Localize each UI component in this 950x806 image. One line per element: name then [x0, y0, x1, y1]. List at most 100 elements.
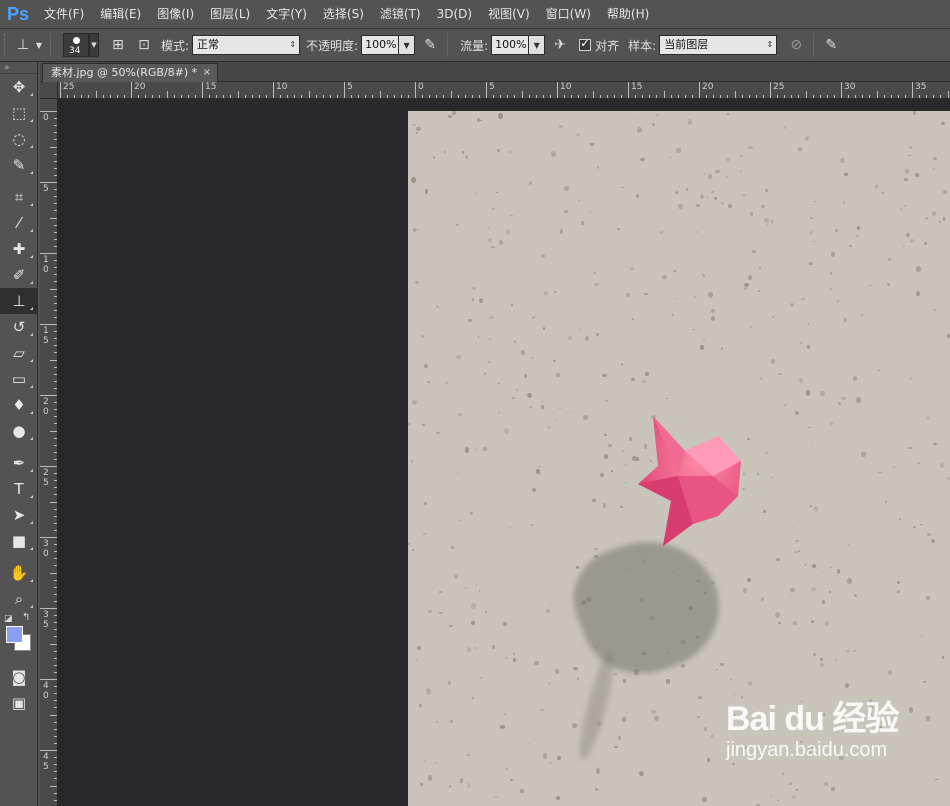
- move-tool-icon[interactable]: ✥: [0, 74, 38, 100]
- eraser-tool-icon[interactable]: ▱: [0, 340, 38, 366]
- rectangle-tool-icon[interactable]: ■: [0, 528, 38, 554]
- clone-stamp-tool-icon[interactable]: ⊥: [0, 288, 38, 314]
- clone-stamp-preset-icon[interactable]: ⊥: [12, 34, 34, 56]
- flow-input[interactable]: 100%: [491, 35, 530, 55]
- type-tool-icon[interactable]: T: [0, 476, 38, 502]
- texture-speck: [716, 668, 719, 671]
- healing-brush-tool-icon[interactable]: ✚: [0, 236, 38, 262]
- texture-speck: [830, 272, 833, 275]
- opacity-input[interactable]: 100%: [361, 35, 400, 55]
- texture-speck: [484, 372, 486, 375]
- tool-group-indicator: [30, 359, 33, 362]
- texture-speck: [467, 319, 473, 322]
- pressure-opacity-icon[interactable]: ✎: [419, 34, 441, 56]
- tool-group-indicator: [30, 119, 33, 122]
- menu-item[interactable]: 文字(Y): [258, 0, 315, 28]
- quick-select-tool-icon[interactable]: ✎: [0, 152, 38, 178]
- menu-item[interactable]: 图层(L): [202, 0, 258, 28]
- texture-speck: [487, 378, 490, 380]
- ignore-adjustment-layers-icon[interactable]: ⊘: [785, 34, 807, 56]
- options-bar-grip[interactable]: [4, 34, 12, 56]
- sample-select[interactable]: 当前图层 ⇕: [659, 35, 778, 55]
- gradient-tool-icon[interactable]: ▭: [0, 366, 38, 392]
- screen-mode-icon[interactable]: ▣: [0, 690, 38, 716]
- texture-speck: [829, 288, 832, 291]
- texture-speck: [794, 550, 797, 554]
- texture-speck: [707, 173, 712, 179]
- texture-speck: [666, 366, 668, 369]
- texture-speck: [788, 782, 793, 785]
- texture-speck: [448, 114, 452, 119]
- blur-tool-icon[interactable]: ♦: [0, 392, 38, 418]
- menu-item[interactable]: 视图(V): [480, 0, 538, 28]
- texture-speck: [489, 315, 495, 320]
- texture-speck: [444, 240, 447, 242]
- hand-tool-icon[interactable]: ✋: [0, 560, 38, 586]
- marquee-tool-icon[interactable]: ⬚: [0, 100, 38, 126]
- texture-speck: [887, 257, 892, 261]
- swap-colors-icon[interactable]: ↰: [22, 612, 30, 623]
- brush-preset-dropdown[interactable]: ▼: [89, 33, 99, 57]
- menu-item[interactable]: 滤镜(T): [372, 0, 429, 28]
- path-select-tool-icon[interactable]: ➤: [0, 502, 38, 528]
- quick-mask-icon[interactable]: ◙: [0, 664, 38, 690]
- texture-speck: [897, 580, 901, 584]
- aligned-checkbox[interactable]: [579, 36, 592, 51]
- pressure-size-icon[interactable]: ✎: [820, 34, 842, 56]
- texture-speck: [687, 118, 693, 125]
- menu-item[interactable]: 3D(D): [429, 0, 480, 28]
- texture-speck: [596, 333, 599, 336]
- ruler-tick: [947, 91, 949, 98]
- texture-speck: [634, 119, 636, 121]
- watermark-logo: Bai du 经验: [726, 700, 899, 738]
- menu-item[interactable]: 窗口(W): [538, 0, 599, 28]
- default-colors-icon[interactable]: ◪: [4, 614, 13, 624]
- texture-speck: [841, 236, 844, 238]
- texture-speck: [805, 136, 810, 141]
- texture-speck: [836, 569, 841, 574]
- menu-item[interactable]: 选择(S): [315, 0, 372, 28]
- brush-tool-icon[interactable]: ✐: [0, 262, 38, 288]
- texture-speck: [789, 594, 792, 597]
- ruler-tick: [415, 82, 416, 98]
- foreground-color-swatch[interactable]: [6, 626, 23, 643]
- document-image[interactable]: Bai du 经验 jingyan.baidu.com: [408, 111, 950, 806]
- zoom-tool-icon[interactable]: ⌕: [0, 586, 38, 612]
- dodge-tool-icon[interactable]: ●: [0, 418, 38, 444]
- texture-speck: [521, 450, 524, 452]
- toggle-brush-panel-icon[interactable]: ⊞: [107, 34, 129, 56]
- texture-speck: [798, 550, 801, 552]
- opacity-slider-button[interactable]: ▼: [399, 35, 416, 55]
- panel-collapse-icon[interactable]: »: [0, 62, 37, 74]
- flow-slider-button[interactable]: ▼: [529, 35, 546, 55]
- menu-item[interactable]: 帮助(H): [599, 0, 657, 28]
- history-brush-tool-icon[interactable]: ↺: [0, 314, 38, 340]
- texture-speck: [902, 245, 905, 248]
- close-icon[interactable]: ×: [203, 64, 211, 82]
- document-tab[interactable]: 素材.jpg @ 50%(RGB/8#) * ×: [42, 63, 218, 82]
- chevron-down-icon[interactable]: ▼: [34, 34, 44, 56]
- texture-speck: [820, 390, 825, 396]
- texture-speck: [542, 326, 546, 331]
- toggle-clone-source-icon[interactable]: ⊡: [133, 34, 155, 56]
- menu-item[interactable]: 文件(F): [36, 0, 92, 28]
- ruler-origin[interactable]: [40, 82, 58, 99]
- texture-speck: [464, 446, 470, 454]
- texture-speck: [708, 291, 714, 299]
- menu-item[interactable]: 图像(I): [149, 0, 202, 28]
- horizontal-ruler[interactable]: 25 20 15 10 5 0 5 10 15 20 25 30 35: [58, 82, 950, 99]
- texture-speck: [757, 473, 760, 476]
- mode-select[interactable]: 正常 ⇕: [192, 35, 301, 55]
- texture-speck: [764, 451, 769, 454]
- eyedropper-tool-icon[interactable]: ⁄: [0, 210, 38, 236]
- texture-speck: [585, 189, 588, 191]
- menu-item[interactable]: 编辑(E): [92, 0, 149, 28]
- crop-tool-icon[interactable]: ⌗: [0, 184, 38, 210]
- airbrush-icon[interactable]: ✈: [549, 34, 571, 56]
- lasso-tool-icon[interactable]: ◌: [0, 126, 38, 152]
- texture-speck: [552, 360, 557, 363]
- texture-speck: [487, 238, 492, 244]
- vertical-ruler[interactable]: 0 5 1 0 1 5 2 0 2 5 3 0 3 5 4 0 4 5: [40, 99, 58, 806]
- brush-preset-picker[interactable]: 34: [63, 33, 89, 57]
- pen-tool-icon[interactable]: ✒: [0, 450, 38, 476]
